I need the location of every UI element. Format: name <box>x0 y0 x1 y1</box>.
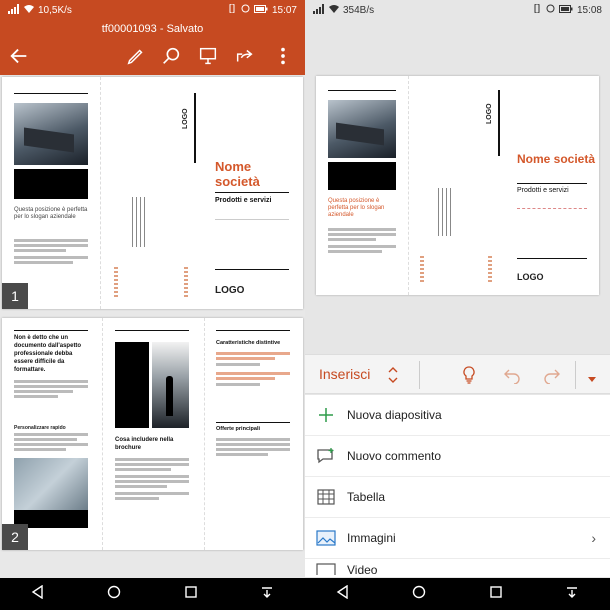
offers-title: Offerte principali <box>216 426 261 432</box>
headline: Non è detto che un documento dall'aspett… <box>14 335 82 373</box>
home-circle-icon[interactable] <box>107 585 121 604</box>
back-arrow-icon[interactable] <box>8 45 30 67</box>
menu-item-video[interactable]: Video <box>305 559 610 576</box>
signal-icon <box>313 3 325 17</box>
present-icon[interactable] <box>197 45 219 67</box>
menu-item-label: Immagini <box>347 531 396 545</box>
wifi-icon <box>329 4 339 16</box>
vibrate-icon <box>227 3 237 16</box>
menu-item-new-comment[interactable]: Nuovo commento <box>305 436 610 477</box>
redo-icon[interactable] <box>543 366 561 389</box>
black-block <box>328 162 396 190</box>
menu-item-label: Nuova diapositiva <box>347 408 442 422</box>
ribbon-tab-selector[interactable]: Inserisci <box>319 366 370 382</box>
black-block <box>14 169 88 199</box>
alarm-icon <box>546 4 555 16</box>
battery-icon <box>558 4 573 16</box>
back-triangle-icon[interactable] <box>336 584 350 604</box>
plus-icon <box>305 406 347 424</box>
airport-photo <box>14 103 88 165</box>
features-title: Caratteristiche distintive <box>216 340 281 346</box>
menu-item-table[interactable]: Tabella <box>305 477 610 518</box>
slide-number: 2 <box>2 524 28 550</box>
battery-icon <box>253 4 268 16</box>
clock: 15:08 <box>576 4 602 16</box>
company-name: Nome società <box>215 159 260 189</box>
image-icon <box>305 530 347 546</box>
table-icon <box>305 489 347 505</box>
more-options-icon[interactable] <box>272 45 294 67</box>
slide-thumbnail-2[interactable]: Non è detto che un documento dall'aspett… <box>2 318 303 550</box>
body-text <box>14 239 88 264</box>
network-speed: 10,5K/s <box>38 4 72 16</box>
alarm-icon <box>241 4 250 16</box>
wifi-icon <box>24 4 34 16</box>
ribbon-toolbar: Inserisci <box>305 354 610 394</box>
app-bar: tf00001093 - Salvato <box>0 20 305 75</box>
status-bar: 354B/s 15:08 <box>305 0 610 20</box>
slogan-text: Questa posizione è perfetta per lo sloga… <box>328 198 385 218</box>
status-bar: 10,5K/s 15:07 <box>0 0 305 20</box>
signal-icon <box>8 3 20 17</box>
recent-apps-icon[interactable] <box>489 585 503 604</box>
logo-vertical: LOGO <box>486 103 493 124</box>
nav-bar <box>305 578 610 610</box>
silhouette-photo <box>152 342 189 428</box>
logo-vertical: LOGO <box>182 108 189 129</box>
undo-icon[interactable] <box>503 366 521 389</box>
download-icon[interactable] <box>565 585 579 604</box>
nav-bar <box>0 578 305 610</box>
lightbulb-icon[interactable] <box>461 365 477 390</box>
left-screen: 10,5K/s 15:07 tf00001093 - Salvato Quest… <box>0 0 305 610</box>
clock: 15:07 <box>271 4 297 16</box>
logo: LOGO <box>215 285 245 296</box>
search-icon[interactable] <box>160 45 182 67</box>
menu-item-label: Tabella <box>347 490 386 504</box>
slogan-text: Questa posizione è perfetta per lo sloga… <box>14 207 88 220</box>
airport-photo <box>328 100 396 158</box>
vibrate-icon <box>532 3 542 16</box>
document-title: tf00001093 - Salvato <box>101 23 204 35</box>
section-title: Cosa includere nella brochure <box>115 437 174 451</box>
slide-number: 1 <box>2 283 28 309</box>
download-icon[interactable] <box>260 585 274 604</box>
company-name: Nome società <box>517 152 596 166</box>
back-triangle-icon[interactable] <box>31 584 45 604</box>
insert-menu: Nuova diapositiva Nuovo commento Tabella… <box>305 395 610 577</box>
collapse-ribbon-icon[interactable] <box>587 371 597 389</box>
pencil-icon[interactable] <box>125 45 147 67</box>
share-icon[interactable] <box>234 45 256 67</box>
network-speed: 354B/s <box>343 4 375 16</box>
tab-switch-icon[interactable] <box>387 365 399 390</box>
comment-icon <box>305 447 347 465</box>
products-services: Prodotti e servizi <box>215 197 272 204</box>
chevron-right-icon: › <box>591 530 596 546</box>
menu-item-new-slide[interactable]: Nuova diapositiva <box>305 395 610 436</box>
headline-body <box>14 380 88 398</box>
home-circle-icon[interactable] <box>412 585 426 604</box>
recent-apps-icon[interactable] <box>184 585 198 604</box>
menu-item-label: Video <box>347 563 378 576</box>
sub-heading: Personalizzare rapido <box>14 425 66 431</box>
building-photo <box>14 458 88 510</box>
slide-thumbnail-1[interactable]: Questa posizione è perfetta per lo sloga… <box>2 77 303 309</box>
products-services: Prodotti e servizi <box>517 187 569 194</box>
menu-item-label: Nuovo commento <box>347 449 442 463</box>
video-icon <box>305 559 347 575</box>
menu-item-images[interactable]: Immagini › <box>305 518 610 559</box>
logo: LOGO <box>517 272 544 282</box>
slide-preview[interactable]: Questa posizione è perfetta per lo sloga… <box>316 76 599 295</box>
